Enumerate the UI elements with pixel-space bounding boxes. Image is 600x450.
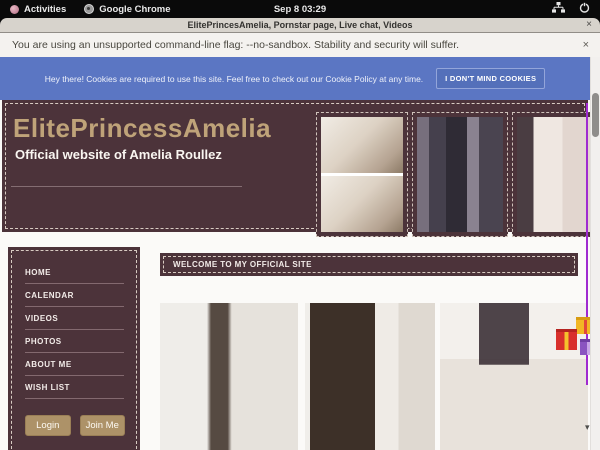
activities-button[interactable]: Activities [10,4,66,15]
site-logo-title[interactable]: ElitePrincessAmelia [13,113,271,144]
sidebar-item-photos[interactable]: PHOTOS [25,330,124,352]
activities-label: Activities [24,4,66,15]
nav-separator [25,398,124,399]
thumbnail-photo [517,117,590,232]
thumbnail-photo [417,117,503,232]
recording-indicator-icon [10,5,19,14]
sidebar-item-about-me[interactable]: ABOUT ME [25,353,124,375]
power-icon[interactable] [579,2,590,16]
header-thumbnail-2[interactable] [412,112,508,237]
gift-box-purple-icon [580,339,590,355]
gift-box-red-icon [556,329,577,350]
app-menu-label: Google Chrome [99,4,170,15]
header-thumbnail-1[interactable] [316,112,408,237]
gift-box-yellow-icon [576,317,590,334]
sidebar-item-calendar[interactable]: CALENDAR [25,284,124,306]
window-title: ElitePrincesAmelia, Pornstar page, Live … [188,20,413,30]
site-header: ElitePrincessAmelia Official website of … [2,100,588,232]
header-thumbnail-3[interactable] [512,112,590,237]
sidebar: HOME CALENDAR VIDEOS PHOTOS ABOUT ME WIS… [8,247,140,450]
window-titlebar[interactable]: ElitePrincesAmelia, Pornstar page, Live … [0,18,600,33]
site-subtitle: Official website of Amelia Roullez [15,147,222,162]
warning-message: You are using an unsupported command-lin… [12,39,459,51]
thumbnail-photo-collage [321,117,403,232]
cookie-banner: Hey there! Cookies are required to use t… [0,57,590,100]
desktop: Activities Google Chrome Sep 8 03:29 Eli… [0,0,600,450]
sidebar-item-home[interactable]: HOME [25,261,124,283]
welcome-heading-bar: WELCOME TO MY OFFICIAL SITE [160,253,578,276]
chrome-icon [84,4,94,14]
gallery-photo-1[interactable] [160,303,298,450]
cookie-message: Hey there! Cookies are required to use t… [45,74,423,84]
sidebar-nav: HOME CALENDAR VIDEOS PHOTOS ABOUT ME WIS… [25,261,124,399]
scrollbar-track[interactable] [590,57,600,450]
scroll-down-hint-icon[interactable]: ▾ [585,422,590,433]
welcome-heading: WELCOME TO MY OFFICIAL SITE [173,260,312,269]
sidebar-item-videos[interactable]: VIDEOS [25,307,124,329]
gallery-photo-2[interactable] [305,303,435,450]
scrollbar-thumb[interactable] [592,93,599,137]
page-viewport: Hey there! Cookies are required to use t… [0,57,590,450]
unsupported-flag-warning-bar: You are using an unsupported command-lin… [0,33,600,57]
app-menu-button[interactable]: Google Chrome [84,4,170,15]
network-icon[interactable] [552,2,565,16]
login-button[interactable]: Login [25,415,71,436]
tab-close-icon[interactable]: × [586,19,592,30]
header-divider [11,186,242,187]
cookie-accept-button[interactable]: I DON'T MIND COOKIES [436,68,545,89]
warning-close-icon[interactable]: × [583,39,589,51]
gnome-top-bar: Activities Google Chrome Sep 8 03:29 [0,0,600,18]
join-me-button[interactable]: Join Me [80,415,126,436]
sidebar-item-wish-list[interactable]: WISH LIST [25,376,124,398]
wishlist-gift-icon[interactable] [554,315,590,365]
